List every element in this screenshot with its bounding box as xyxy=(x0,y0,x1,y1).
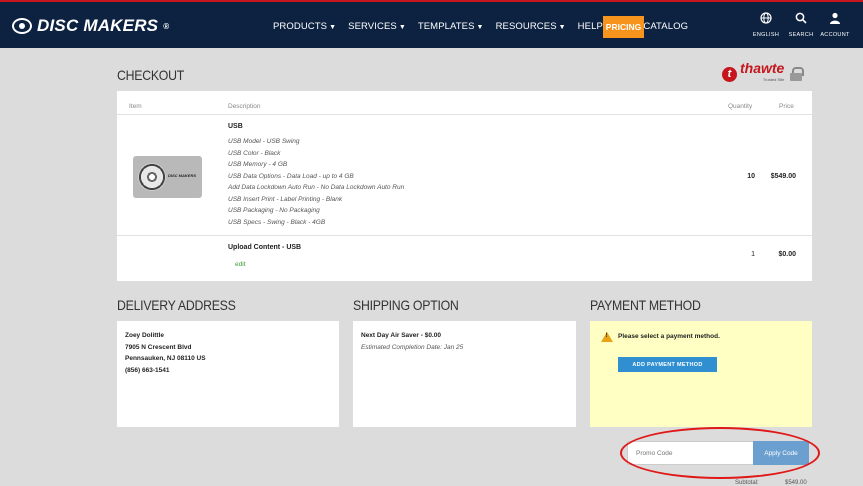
payment-method-title: PAYMENT METHOD xyxy=(590,297,701,313)
add-payment-method-button[interactable]: ADD PAYMENT METHOD xyxy=(618,357,717,372)
disc-image-icon xyxy=(138,163,166,191)
item-spec: USB Data Options - Data Load - up to 4 G… xyxy=(228,172,354,180)
account-icon xyxy=(818,12,852,28)
shipping-option-card: Next Day Air Saver - $0.00 Estimated Com… xyxy=(353,321,576,427)
payment-warning-message: Please select a payment method. xyxy=(618,333,720,340)
delivery-city: Pennsauken, NJ 08110 US xyxy=(125,355,206,362)
item-quantity: 10 xyxy=(747,173,755,180)
promo-code-input[interactable] xyxy=(627,441,754,465)
usb-product-image: DISC MAKERS xyxy=(133,156,202,198)
item-price: $0.00 xyxy=(778,251,796,258)
column-header-quantity: Quantity xyxy=(728,103,753,110)
shipping-option-title: SHIPPING OPTION xyxy=(353,297,459,313)
item-spec: USB Packaging - No Packaging xyxy=(228,207,320,214)
subtotal-label: Subtotal: xyxy=(735,480,759,486)
apply-code-button[interactable]: Apply Code xyxy=(753,441,809,465)
item-price: $549.00 xyxy=(770,173,796,180)
delivery-name: Zoey Dolittle xyxy=(125,332,165,339)
search-button[interactable]: SEARCH xyxy=(784,12,818,38)
thawte-logo-icon: t xyxy=(722,66,737,82)
column-header-description: Description xyxy=(228,103,261,110)
nav-products[interactable]: PRODUCTS ▼ xyxy=(273,21,336,32)
product-image-brand: DISC MAKERS xyxy=(168,173,197,178)
thawte-trust-badge[interactable]: t thawte Trusted Site xyxy=(722,61,805,86)
item-spec: USB Insert Print - Label Printing - Blan… xyxy=(228,195,343,203)
column-header-item: Item xyxy=(129,103,142,110)
delivery-street: 7905 N Crescent Blvd xyxy=(125,343,192,351)
cart-table: Item Description Quantity Price DISC MAK… xyxy=(117,91,812,281)
disc-makers-logo[interactable]: DISC MAKERS ® xyxy=(12,16,169,36)
language-button[interactable]: ENGLISH xyxy=(749,12,783,38)
item-title-upload-content: Upload Content - USB xyxy=(228,244,302,251)
nav-resources[interactable]: RESOURCES ▼ xyxy=(496,21,566,32)
delivery-address-card: Zoey Dolittle 7905 N Crescent Blvd Penns… xyxy=(117,321,339,427)
row-divider xyxy=(117,235,812,236)
header-divider xyxy=(117,114,812,115)
pricing-button[interactable]: PRICING xyxy=(603,16,644,38)
item-spec: Add Data Lockdown Auto Run - No Data Loc… xyxy=(228,184,405,191)
item-spec: USB Color - Black xyxy=(228,149,281,157)
globe-icon xyxy=(749,12,783,28)
item-spec: USB Specs - Swing - Black - 4GB xyxy=(228,218,326,226)
logo-text: DISC MAKERS xyxy=(37,16,159,35)
nav-help[interactable]: HELP xyxy=(578,21,603,32)
delivery-address-title: DELIVERY ADDRESS xyxy=(117,297,236,313)
nav-templates[interactable]: TEMPLATES ▼ xyxy=(418,21,484,32)
shipping-estimate: Estimated Completion Date: Jan 25 xyxy=(361,343,464,351)
item-title-usb: USB xyxy=(228,123,243,130)
checkout-title: CHECKOUT xyxy=(117,67,185,83)
disc-logo-icon xyxy=(12,18,32,34)
delivery-phone: (856) 663-1541 xyxy=(125,366,170,374)
account-button[interactable]: ACCOUNT xyxy=(818,12,852,38)
column-header-price: Price xyxy=(779,103,794,110)
language-label: ENGLISH xyxy=(752,32,780,38)
payment-method-card: Please select a payment method. ADD PAYM… xyxy=(590,321,812,427)
item-spec: USB Model - USB Swing xyxy=(228,138,300,145)
item-quantity: 1 xyxy=(751,251,755,258)
nav-services[interactable]: SERVICES ▼ xyxy=(348,21,406,32)
search-icon xyxy=(784,12,818,28)
subtotal-value: $549.00 xyxy=(785,480,807,486)
search-label: SEARCH xyxy=(788,32,814,38)
shipping-method: Next Day Air Saver - $0.00 xyxy=(361,332,441,339)
warning-icon xyxy=(601,332,613,342)
item-spec: USB Memory - 4 GB xyxy=(228,161,288,168)
logo-mark: ® xyxy=(163,21,170,31)
edit-upload-link[interactable]: edit xyxy=(235,261,245,268)
account-label: ACCOUNT xyxy=(820,32,850,38)
lock-icon xyxy=(790,67,805,81)
top-navigation-bar: DISC MAKERS ® PRODUCTS ▼ SERVICES ▼ TEMPLAT… xyxy=(0,0,863,48)
